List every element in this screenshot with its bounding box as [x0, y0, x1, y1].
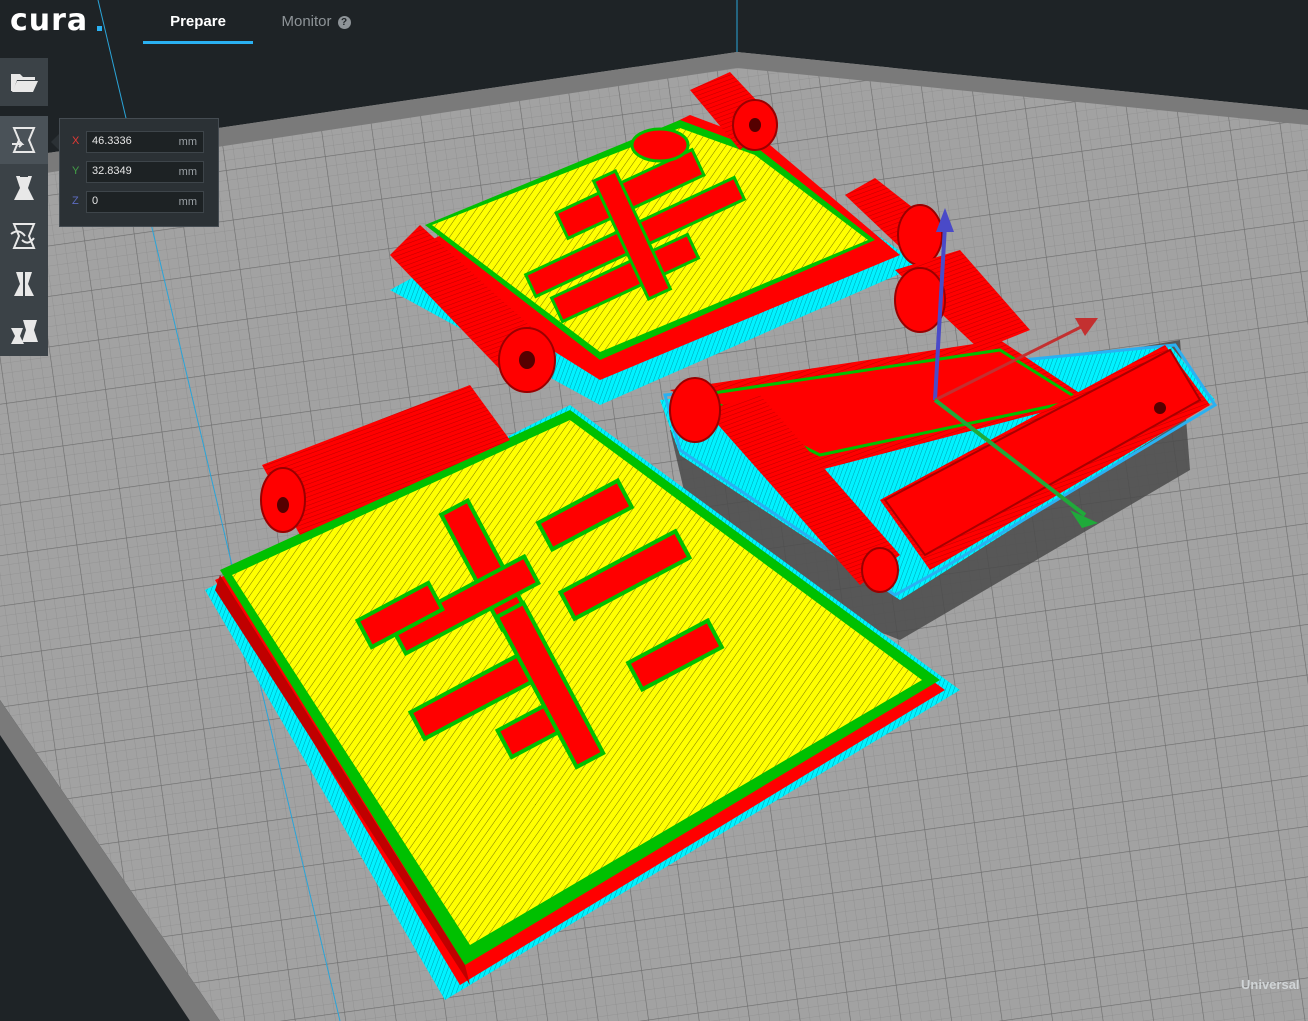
z-unit: mm: [178, 196, 197, 208]
mirror-tool-button[interactable]: [0, 260, 48, 308]
printer-brand-label: Universal: [1241, 977, 1300, 992]
z-row: Z 0 mm: [60, 191, 218, 215]
y-unit: mm: [178, 166, 197, 178]
tab-prepare[interactable]: Prepare: [143, 0, 253, 44]
rotate-tool-button[interactable]: [0, 212, 48, 260]
tab-monitor-label: Monitor: [281, 13, 332, 30]
x-row: X 46.3336 mm: [60, 131, 218, 155]
folder-open-icon: [11, 74, 38, 92]
y-row: Y 32.8349 mm: [60, 161, 218, 185]
tab-monitor[interactable]: Monitor?: [268, 0, 364, 44]
per-object-settings-icon: [11, 320, 38, 344]
top-header: cura Prepare Monitor?: [0, 0, 1308, 46]
y-value: 32.8349: [92, 165, 132, 177]
cura-logo: cura: [10, 3, 89, 38]
mirror-icon: [14, 270, 34, 298]
open-file-button[interactable]: [0, 58, 48, 106]
logo-dot: [97, 26, 102, 31]
z-value: 0: [92, 195, 99, 207]
x-label: X: [72, 135, 80, 147]
translate-panel: X 46.3336 mm Y 32.8349 mm Z 0 mm: [59, 118, 219, 227]
scale-tool-button[interactable]: [0, 164, 48, 212]
translate-icon: [12, 127, 36, 153]
translate-tool-button[interactable]: [0, 116, 48, 164]
y-label: Y: [72, 165, 80, 177]
y-input[interactable]: 32.8349 mm: [86, 161, 204, 183]
scale-icon: [14, 175, 34, 200]
x-value: 46.3336: [92, 135, 132, 147]
panel-pointer: [51, 134, 59, 150]
z-input[interactable]: 0 mm: [86, 191, 204, 213]
help-icon[interactable]: ?: [337, 16, 351, 29]
per-object-settings-button[interactable]: [0, 308, 48, 356]
rotate-icon: [10, 223, 36, 249]
x-unit: mm: [178, 136, 197, 148]
tab-active-underline: [143, 41, 253, 44]
z-label: Z: [72, 195, 79, 207]
x-input[interactable]: 46.3336 mm: [86, 131, 204, 153]
